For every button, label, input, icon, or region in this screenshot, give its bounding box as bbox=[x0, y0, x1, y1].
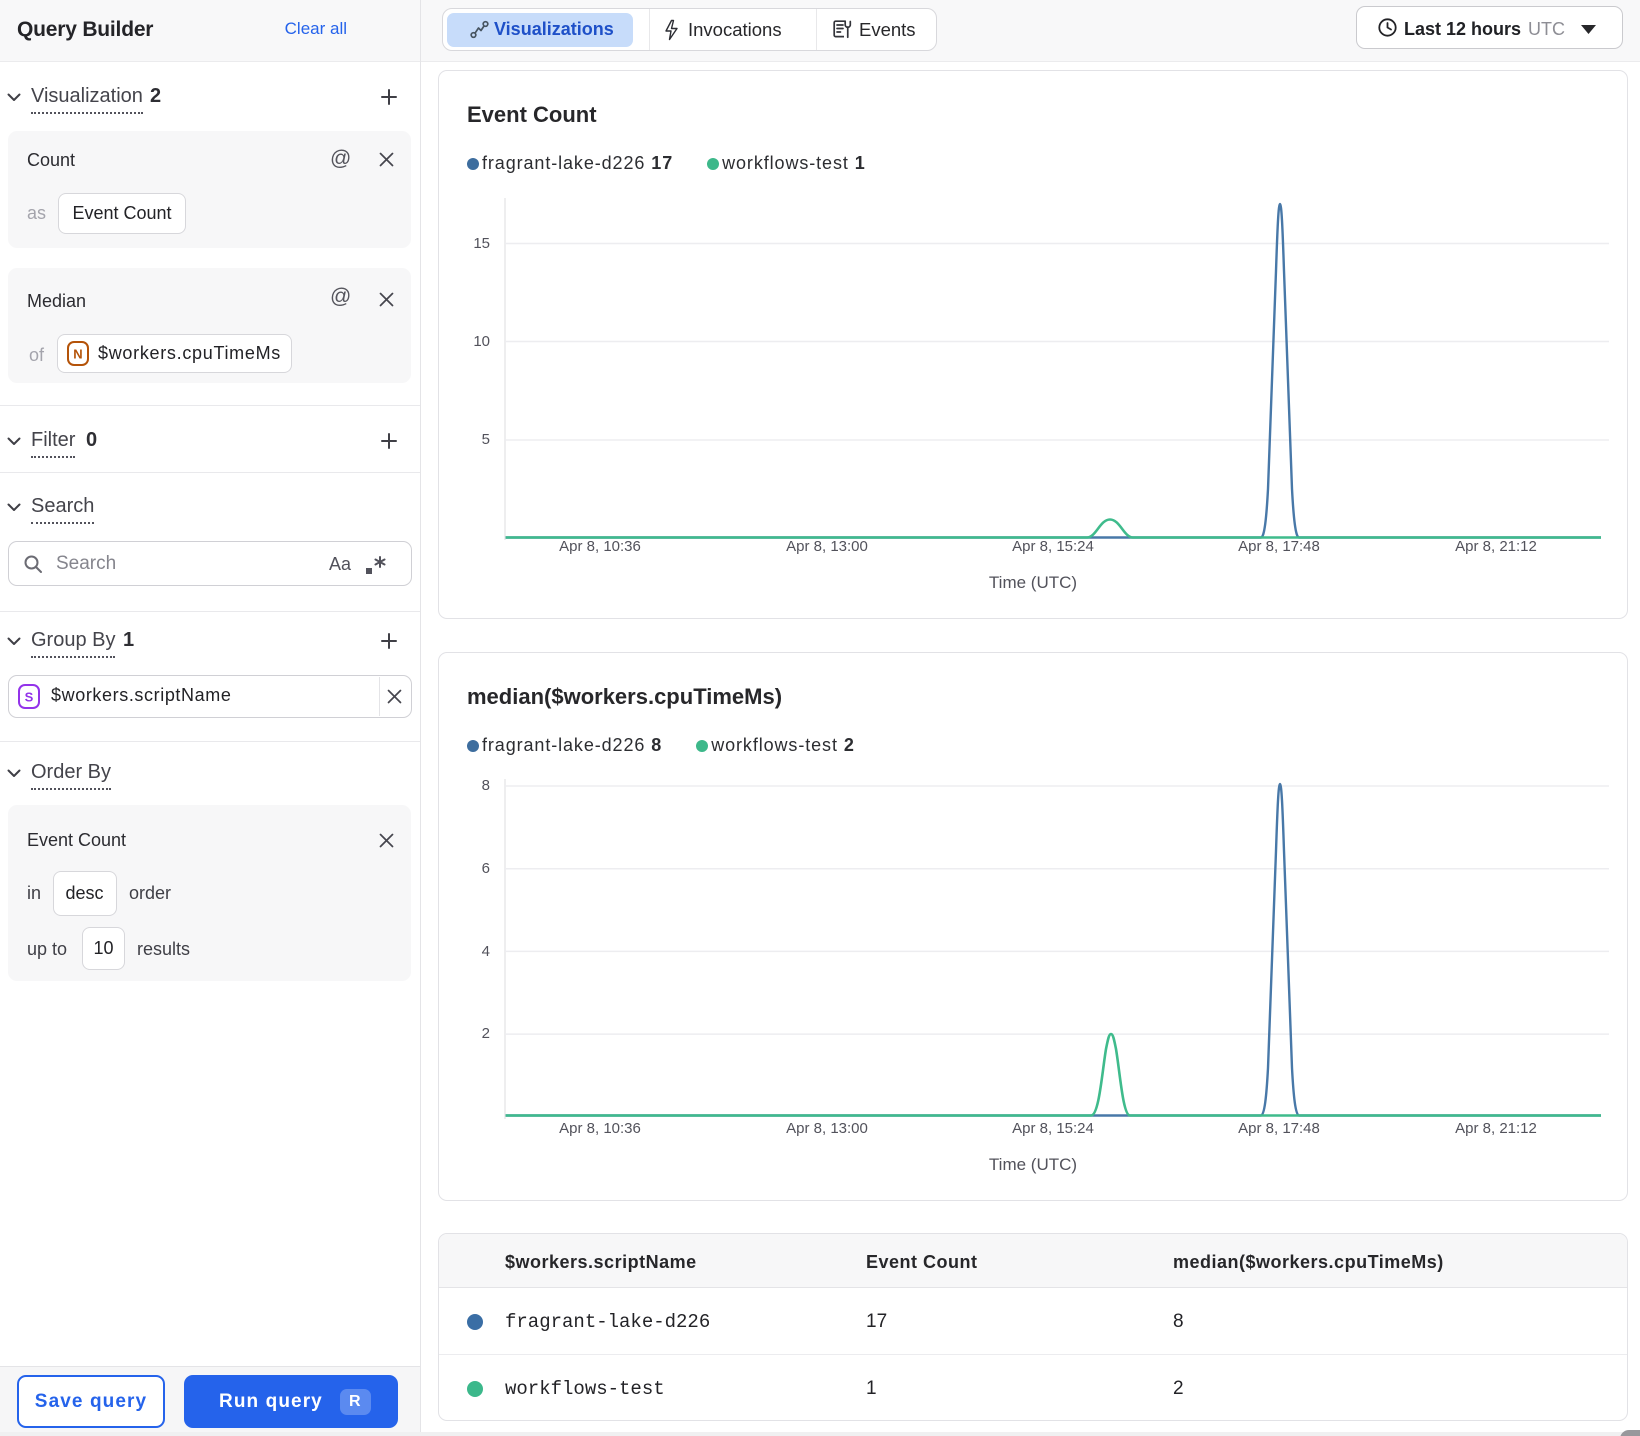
svg-text:S: S bbox=[25, 690, 34, 705]
svg-text:N: N bbox=[73, 347, 82, 362]
